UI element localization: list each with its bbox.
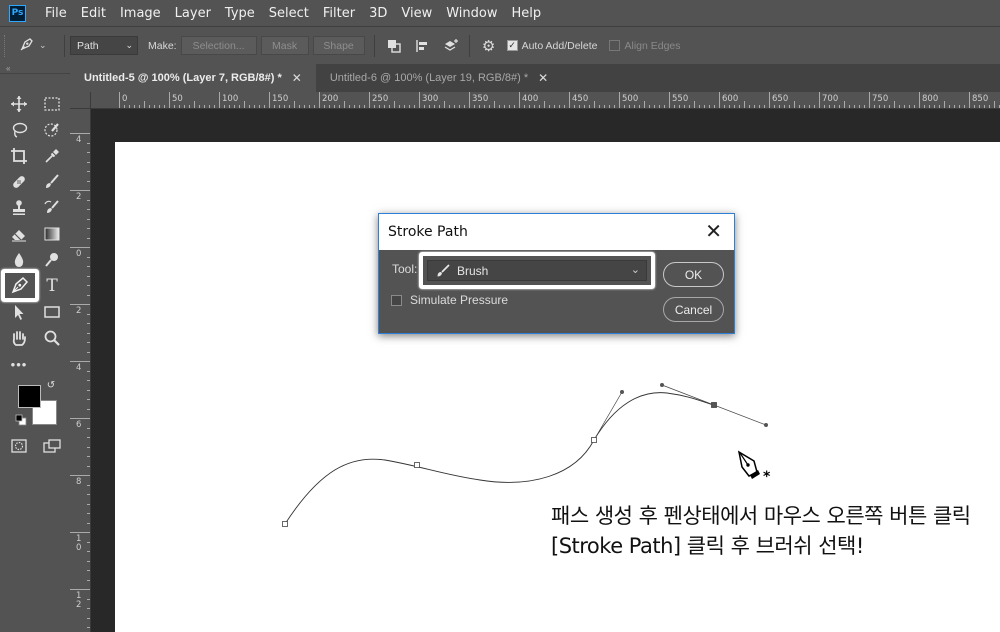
simulate-pressure-option[interactable]: Simulate Pressure <box>391 293 508 307</box>
caption-line-2: [Stroke Path] 클릭 후 브러쉬 선택! <box>551 534 864 558</box>
tool-label: Tool: <box>392 262 418 276</box>
dialog-title: Stroke Path <box>388 224 468 240</box>
simulate-pressure-label: Simulate Pressure <box>410 293 509 307</box>
tool-select[interactable]: Brush ⌄ <box>427 260 647 281</box>
pen-cursor-icon: * <box>737 450 771 484</box>
tool-select-value: Brush <box>457 263 489 278</box>
path-handles <box>593 384 767 441</box>
cancel-button[interactable]: Cancel <box>663 297 724 322</box>
simulate-pressure-checkbox[interactable] <box>391 294 402 306</box>
dialog-title-bar[interactable]: Stroke Path ✕ <box>379 214 734 250</box>
tool-row: Tool: <box>392 262 420 276</box>
tool-select-highlight-box: Brush ⌄ <box>419 252 655 289</box>
stroke-path-dialog: Stroke Path ✕ Tool: Brush ⌄ Simulate Pre… <box>378 213 735 334</box>
ok-button[interactable]: OK <box>663 262 724 287</box>
close-icon[interactable]: ✕ <box>705 221 722 241</box>
instruction-caption: 패스 생성 후 펜상태에서 마우스 오른쪽 버튼 클릭 [Stroke Path… <box>551 501 971 561</box>
svg-text:*: * <box>763 469 771 484</box>
direction-points <box>620 383 768 427</box>
caption-line-1: 패스 생성 후 펜상태에서 마우스 오른쪽 버튼 클릭 <box>551 504 971 528</box>
brush-icon <box>436 263 450 278</box>
chevron-down-icon: ⌄ <box>630 264 640 276</box>
